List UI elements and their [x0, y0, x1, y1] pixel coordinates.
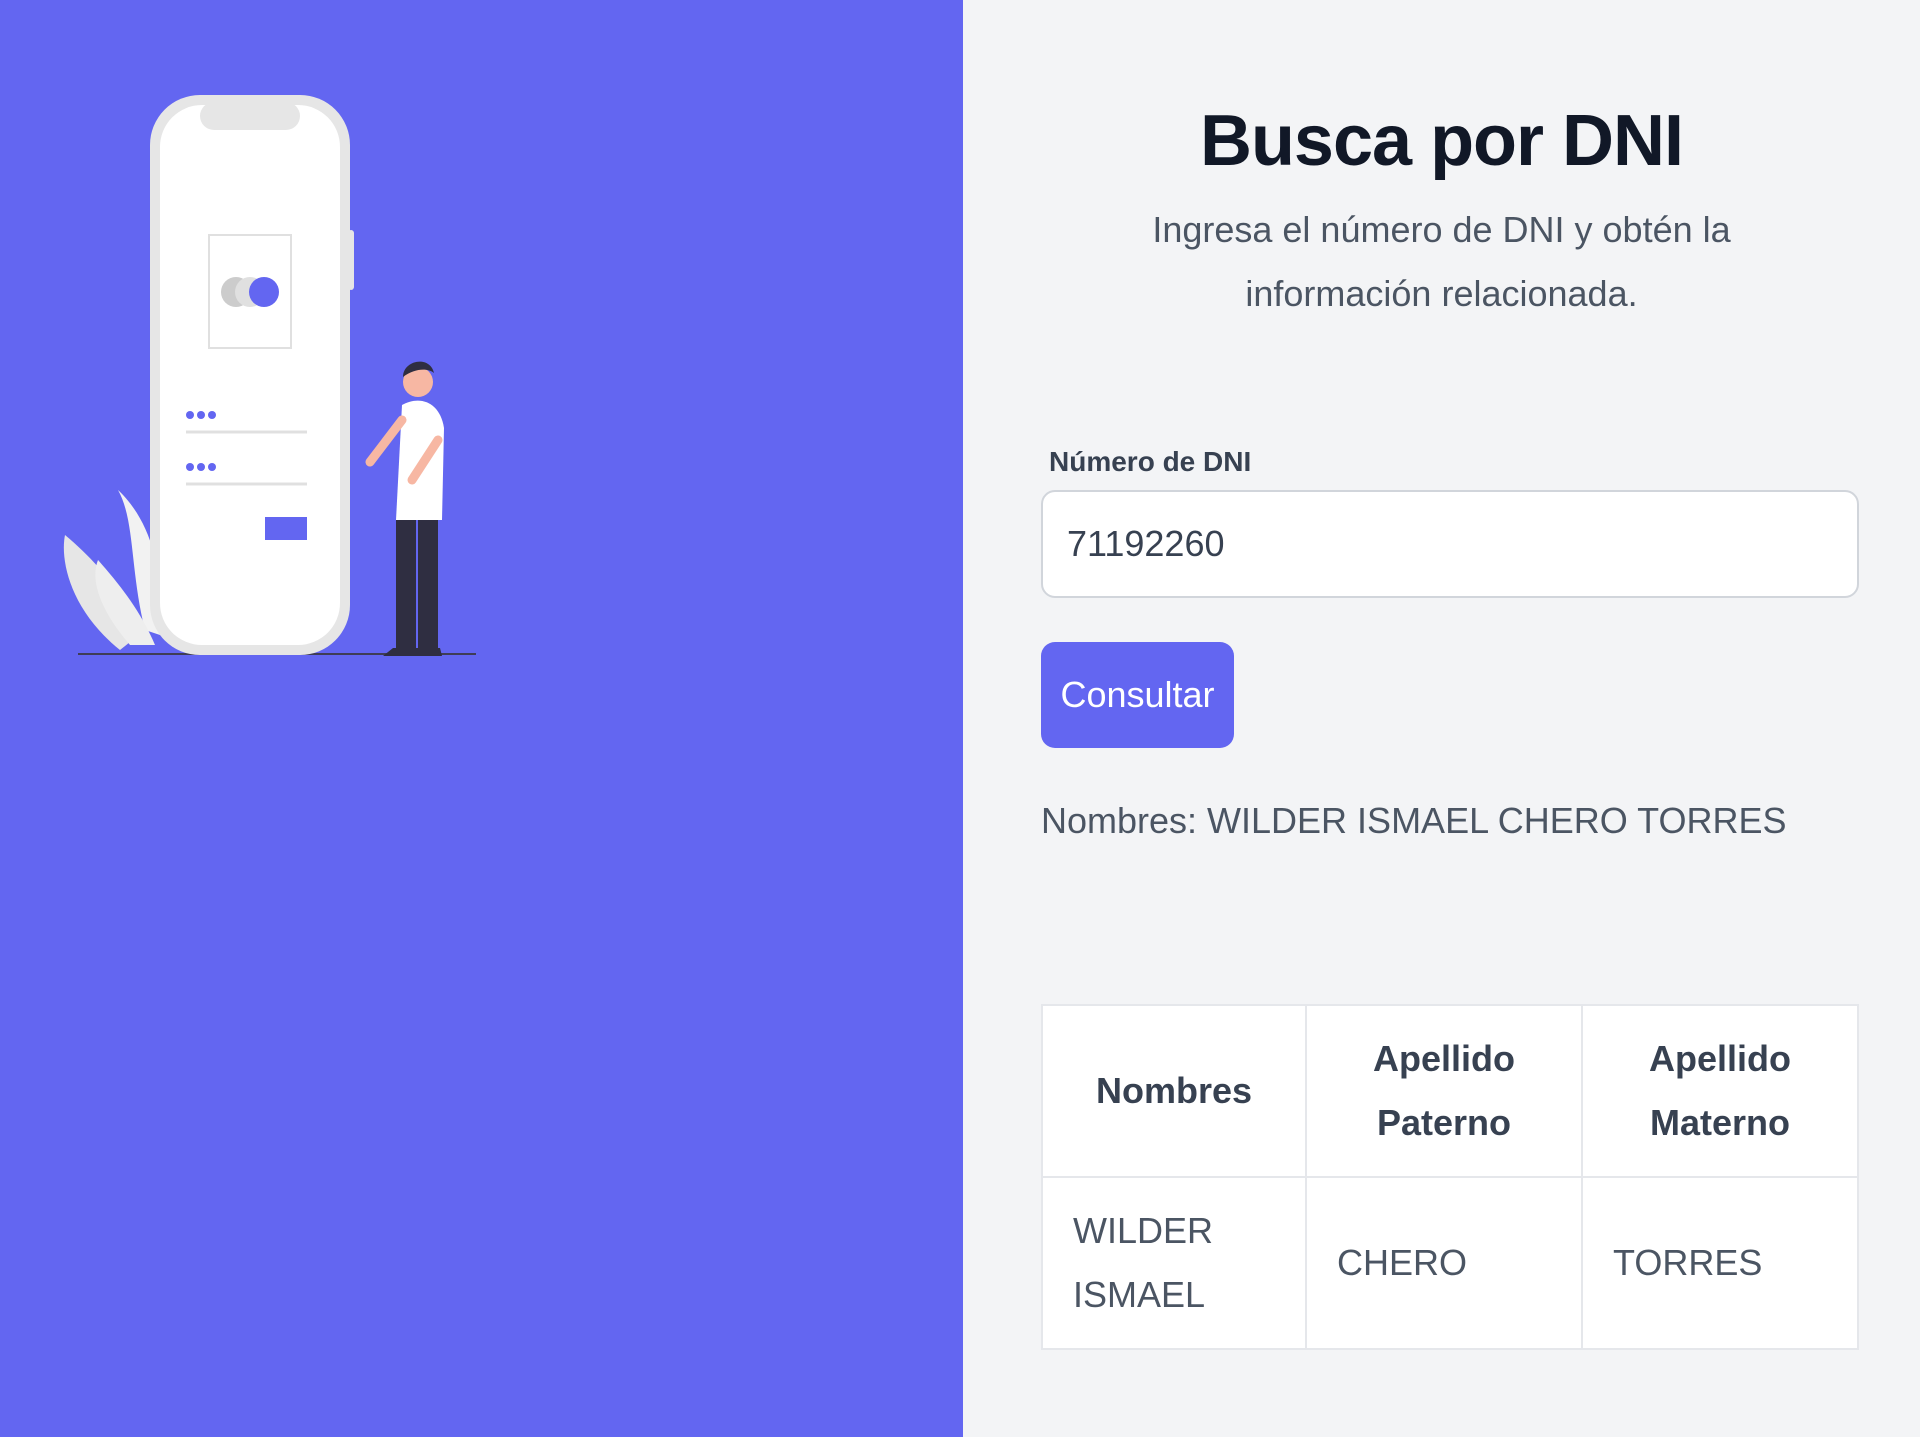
dni-field-label: Número de DNI	[1049, 446, 1252, 477]
result-text: Nombres: WILDER ISMAEL CHERO TORRES	[1041, 800, 1787, 841]
column-header-nombres: Nombres	[1041, 1004, 1307, 1178]
table-header-row: Nombres Apellido Paterno Apellido Matern…	[1041, 1004, 1859, 1178]
dni-input[interactable]	[1041, 490, 1859, 598]
page-subtitle: Ingresa el número de DNI y obtén la info…	[1152, 209, 1731, 314]
consult-button[interactable]: Consultar	[1041, 642, 1234, 748]
cell-nombres: WILDER ISMAEL	[1041, 1176, 1307, 1350]
table-row: WILDER ISMAEL CHERO TORRES	[1041, 1176, 1859, 1350]
person-with-phone-login-illustration	[63, 95, 476, 656]
illustration-panel	[0, 0, 963, 1437]
results-table: Nombres Apellido Paterno Apellido Matern…	[1041, 1004, 1859, 1350]
cell-apellido-materno: TORRES	[1581, 1176, 1859, 1350]
search-panel: Busca por DNI Ingresa el número de DNI y…	[963, 0, 1920, 1437]
page-title: Busca por DNI	[1199, 101, 1684, 181]
column-header-apellido-materno: Apellido Materno	[1581, 1004, 1859, 1178]
column-header-apellido-paterno: Apellido Paterno	[1305, 1004, 1583, 1178]
cell-apellido-paterno: CHERO	[1305, 1176, 1583, 1350]
page: Busca por DNI Ingresa el número de DNI y…	[0, 0, 1920, 1437]
